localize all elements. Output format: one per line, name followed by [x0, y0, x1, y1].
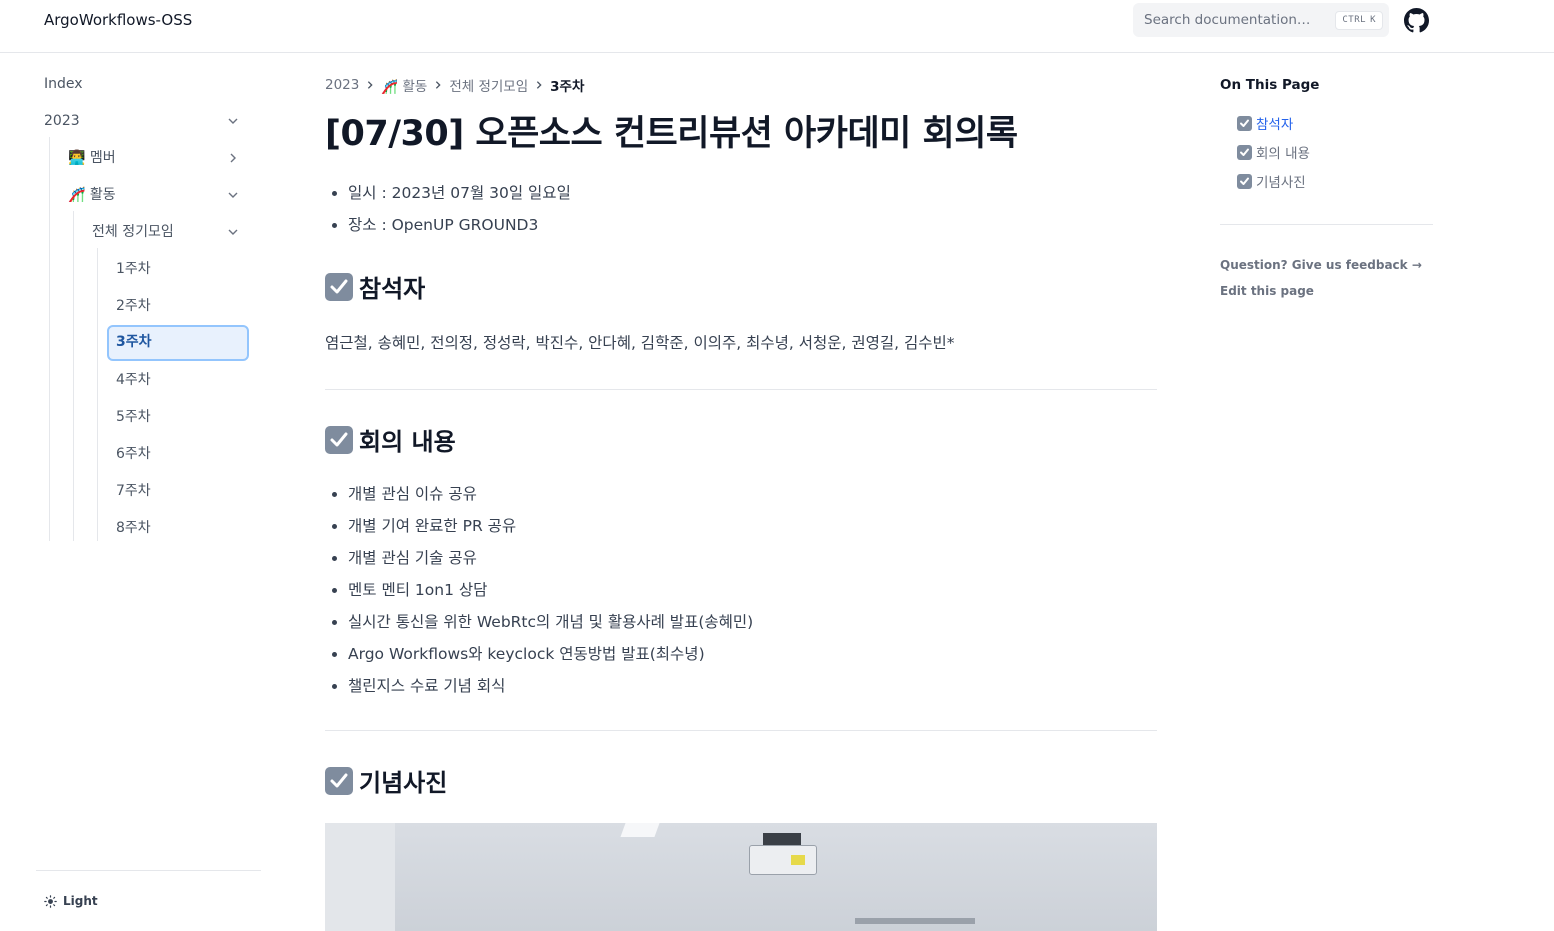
sidebar-item-week-4[interactable]: 4주차 [116, 365, 249, 395]
section-heading-text: 회의 내용 [359, 428, 456, 456]
search-input[interactable] [1133, 3, 1323, 37]
section-heading-attendees: 참석자 [325, 269, 425, 304]
meeting-content-list: 개별 관심 이슈 공유 개별 기여 완료한 PR 공유 개별 관심 기술 공유 … [348, 478, 753, 702]
section-heading-content: 회의 내용 [325, 422, 456, 457]
sidebar-item-week-1[interactable]: 1주차 [116, 254, 249, 284]
toc-item-label: 회의 내용 [1256, 146, 1310, 162]
section-heading-text: 기념사진 [359, 769, 448, 797]
breadcrumb-item[interactable]: 전체 정기모임 [449, 75, 528, 95]
list-item: 멘토 멘티 1on1 상담 [348, 574, 753, 606]
section-heading-photo: 기념사진 [325, 763, 447, 798]
theme-toggle-button[interactable]: Light [44, 891, 98, 911]
sidebar-item-label: 4주차 [116, 372, 151, 388]
list-item: 실시간 통신을 위한 WebRtc의 개념 및 활용사례 발표(송혜민) [348, 606, 753, 638]
toc-title: On This Page [1220, 77, 1320, 93]
sidebar-item-week-6[interactable]: 6주차 [116, 439, 249, 469]
sidebar-item-week-7[interactable]: 7주차 [116, 476, 249, 506]
chevron-right-icon [427, 77, 449, 93]
photo-projector [749, 845, 817, 875]
sidebar-item-label: 7주차 [116, 483, 151, 499]
chevron-down-icon [228, 118, 238, 124]
breadcrumb-item[interactable]: 2023 [325, 77, 359, 93]
shortcut-mod: CTRL [1342, 15, 1367, 25]
tree-guide [49, 137, 50, 541]
sidebar-footer: Light [36, 870, 261, 908]
sidebar-item-label: 🎢 활동 [68, 187, 116, 203]
divider [325, 730, 1157, 731]
sidebar-item-label: 5주차 [116, 409, 151, 425]
sidebar-item-regular-meetings[interactable]: 전체 정기모임 [92, 217, 249, 247]
photo-wall [325, 823, 395, 931]
check-box-icon [1237, 173, 1252, 189]
shortcut-key: K [1370, 15, 1376, 25]
chevron-right-icon [359, 77, 381, 93]
check-box-icon [1237, 144, 1252, 160]
github-icon[interactable] [1404, 8, 1429, 33]
tree-guide [97, 248, 98, 541]
list-item: 챌린지스 수료 기념 회식 [348, 670, 753, 702]
check-box-icon [325, 272, 353, 301]
sidebar-item-label: 👨‍💻 멤버 [68, 150, 116, 166]
feedback-link[interactable]: Question? Give us feedback → [1220, 258, 1422, 272]
top-header: ArgoWorkflows-OSS CTRLK [0, 0, 1554, 53]
toc-item-label: 기념사진 [1256, 175, 1306, 191]
sidebar-item-week-2[interactable]: 2주차 [116, 291, 249, 321]
photo-screen-bar [855, 918, 975, 924]
list-item: Argo Workflows와 keyclock 연동방법 발표(최수녕) [348, 638, 753, 670]
sidebar-item-week-3[interactable]: 3주차 [107, 325, 249, 361]
sidebar-item-label: Index [44, 76, 83, 92]
toc-item-attendees[interactable]: 참석자 [1237, 113, 1293, 133]
list-item: 개별 관심 기술 공유 [348, 542, 753, 574]
sidebar-item-2023[interactable]: 2023 [44, 106, 249, 136]
sidebar-item-label: 2주차 [116, 298, 151, 314]
section-heading-text: 참석자 [359, 275, 426, 303]
chevron-right-icon [528, 77, 550, 93]
sidebar-item-label: 1주차 [116, 261, 151, 277]
photo-ceiling-light [620, 823, 660, 837]
divider [325, 389, 1157, 390]
breadcrumb: 2023 🎢 활동 전체 정기모임 3주차 [325, 75, 584, 95]
toc-item-label: 참석자 [1256, 117, 1294, 133]
sidebar-item-label: 3주차 [116, 334, 152, 350]
list-item: 장소 : OpenUP GROUND3 [348, 209, 571, 241]
sidebar: Index 2023 👨‍💻 멤버 🎢 활동 전체 정기모임 1주차 2주차 3… [36, 53, 261, 931]
sidebar-item-activities[interactable]: 🎢 활동 [68, 180, 249, 210]
check-box-icon [325, 766, 353, 795]
page-title: [07/30] 오픈소스 컨트리뷰션 아카데미 회의록 [325, 114, 1018, 154]
sidebar-item-label: 2023 [44, 113, 80, 129]
toc-item-content[interactable]: 회의 내용 [1237, 142, 1310, 162]
breadcrumb-item[interactable]: 🎢 활동 [381, 75, 427, 95]
divider [1220, 224, 1433, 225]
sidebar-item-label: 전체 정기모임 [92, 224, 174, 240]
sidebar-item-members[interactable]: 👨‍💻 멤버 [68, 143, 249, 173]
toc-item-photo[interactable]: 기념사진 [1237, 171, 1306, 191]
edit-page-link[interactable]: Edit this page [1220, 284, 1314, 298]
tree-guide [73, 211, 74, 541]
meeting-meta-list: 일시 : 2023년 07월 30일 일요일 장소 : OpenUP GROUN… [348, 177, 571, 241]
check-box-icon [1237, 115, 1252, 131]
site-brand[interactable]: ArgoWorkflows-OSS [44, 11, 192, 29]
breadcrumb-current: 3주차 [550, 79, 585, 95]
attendees-text: 염근철, 송혜민, 전의정, 정성락, 박진수, 안다혜, 김학준, 이의주, … [325, 334, 955, 352]
theme-label: Light [63, 894, 98, 908]
sun-icon [44, 894, 57, 908]
photo-projector-label [791, 855, 805, 865]
list-item: 일시 : 2023년 07월 30일 일요일 [348, 177, 571, 209]
sidebar-item-index[interactable]: Index [44, 69, 249, 99]
check-box-icon [325, 425, 353, 454]
chevron-down-icon [228, 229, 238, 235]
chevron-right-icon [230, 153, 236, 163]
list-item: 개별 관심 이슈 공유 [348, 478, 753, 510]
chevron-down-icon [228, 192, 238, 198]
sidebar-item-label: 6주차 [116, 446, 151, 462]
list-item: 개별 기여 완료한 PR 공유 [348, 510, 753, 542]
sidebar-item-label: 8주차 [116, 520, 151, 536]
sidebar-item-week-8[interactable]: 8주차 [116, 513, 249, 543]
group-photo [325, 823, 1157, 931]
search-shortcut: CTRL K [1335, 11, 1383, 30]
search-box[interactable]: CTRLK [1133, 3, 1389, 37]
sidebar-item-week-5[interactable]: 5주차 [116, 402, 249, 432]
